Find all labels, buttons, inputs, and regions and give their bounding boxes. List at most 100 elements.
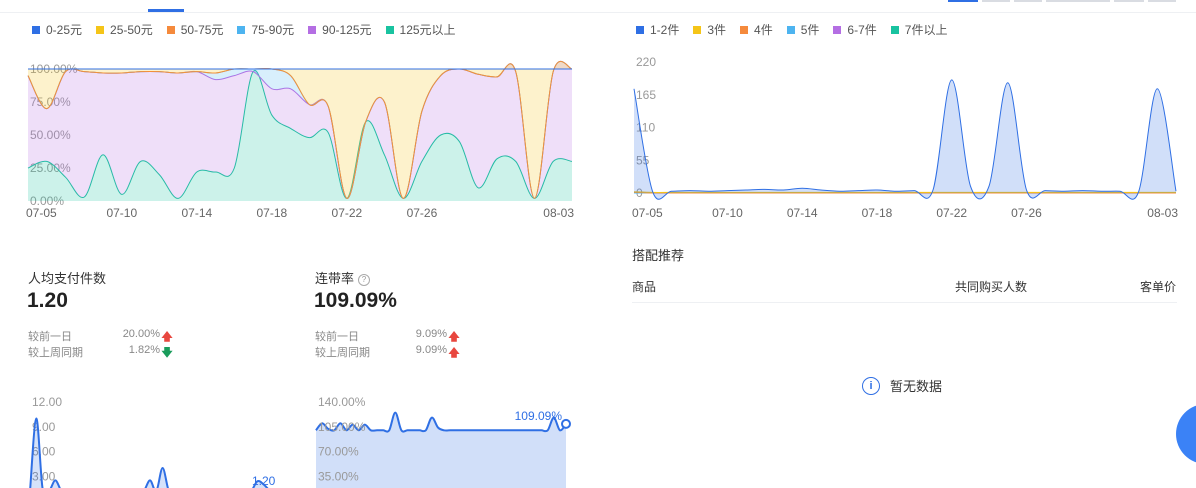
legend-item[interactable]: 4件 xyxy=(740,21,773,38)
arrow-down-icon: 🡇 xyxy=(161,347,173,359)
legend-swatch xyxy=(693,25,702,34)
legend-item[interactable]: 90-125元 xyxy=(308,21,372,38)
legend-item[interactable]: 50-75元 xyxy=(166,21,224,38)
x-tick-label: 07-18 xyxy=(257,206,288,220)
x-tick-label: 07-14 xyxy=(181,206,212,220)
legend-swatch xyxy=(740,25,749,34)
legend-swatch xyxy=(636,25,644,34)
end-point-marker xyxy=(561,418,571,429)
col-product: 商品 xyxy=(632,280,657,294)
legend-item[interactable]: 6-7件 xyxy=(833,21,877,38)
legend-label: 125元以上 xyxy=(399,23,456,37)
arrow-up-icon: 🡅 xyxy=(448,347,460,359)
cmp-label: 较上周同期 xyxy=(315,347,370,359)
recommend-title: 搭配推荐 xyxy=(632,248,685,263)
legend-label: 75-90元 xyxy=(251,23,295,37)
legend-label: 3件 xyxy=(707,23,727,37)
series-area xyxy=(634,79,1176,200)
cmp-value: 1.82% xyxy=(128,344,160,356)
date-picker-button[interactable] xyxy=(1046,0,1110,2)
legend-item[interactable]: 7件以上 xyxy=(890,21,948,38)
per-capita-value: 1.20 xyxy=(27,289,68,312)
legend-item[interactable]: 125元以上 xyxy=(385,21,456,38)
y-tick-label: 220 xyxy=(636,55,656,69)
col-buyers[interactable]: 共同购买人数 xyxy=(955,278,1027,295)
x-tick-label: 07-05 xyxy=(26,206,57,220)
table-divider xyxy=(632,302,1177,303)
empty-text: 暂无数据 xyxy=(890,379,943,394)
end-value-label: 109.09% xyxy=(515,409,563,423)
legend-swatch xyxy=(833,25,842,34)
y-tick-label: 165 xyxy=(636,88,656,102)
x-tick-label: 07-22 xyxy=(936,206,967,220)
y-tick-label: 70.00% xyxy=(318,445,359,459)
series-area xyxy=(30,418,268,488)
end-value-label: 1.20 xyxy=(252,474,276,488)
legend-item[interactable]: 75-90元 xyxy=(237,21,294,38)
legend-item[interactable]: 3件 xyxy=(693,21,726,38)
y-tick-label: 35.00% xyxy=(318,469,359,483)
legend-swatch xyxy=(385,25,394,34)
range-button[interactable] xyxy=(1014,0,1042,2)
y-tick-label: 140.00% xyxy=(318,395,366,409)
x-tick-label: 07-22 xyxy=(332,206,363,220)
legend-label: 5件 xyxy=(800,23,820,37)
price-band-percent-area-chart[interactable]: 0.00%25.00%50.00%75.00%100.00%07-05 07-10… xyxy=(0,45,600,225)
joint-rate-title: 连带率? xyxy=(315,268,371,287)
x-tick-label: 07-10 xyxy=(106,206,137,220)
x-tick-label: 07-05 xyxy=(632,206,663,220)
price-band-legend: 0-25元 25-50元 50-75元 75-90元 90-125元 125元以… xyxy=(32,21,456,38)
help-icon[interactable]: ? xyxy=(358,274,371,286)
range-button-active[interactable] xyxy=(948,0,978,2)
joint-rate-value: 109.09% xyxy=(314,289,397,312)
y-tick-label: 105.00% xyxy=(318,420,366,434)
legend-item[interactable]: 0-25元 xyxy=(32,21,82,38)
legend-label: 4件 xyxy=(754,23,773,37)
legend-label: 1-2件 xyxy=(650,23,680,37)
legend-item[interactable]: 1-2件 xyxy=(636,21,679,38)
legend-swatch xyxy=(786,25,795,34)
legend-swatch xyxy=(32,25,40,34)
legend-label: 0-25元 xyxy=(46,23,83,37)
x-tick-label: 07-26 xyxy=(407,206,438,220)
x-tick-label: 07-10 xyxy=(712,206,743,220)
legend-swatch xyxy=(96,25,105,34)
col-unit-price[interactable]: 客单价 xyxy=(1140,278,1176,295)
legend-label: 90-125元 xyxy=(322,23,372,37)
legend-item[interactable]: 5件 xyxy=(786,21,820,38)
tab-active-indicator[interactable] xyxy=(148,9,184,12)
legend-label: 25-50元 xyxy=(110,23,153,37)
joint-rate-title-text: 连带率 xyxy=(315,271,355,286)
quantity-legend: 1-2件 3件 4件 5件 6-7件 7件以上 xyxy=(636,21,947,38)
cmp-label: 较上周同期 xyxy=(28,347,83,359)
per-capita-title: 人均支付件数 xyxy=(28,271,107,286)
x-tick-label: 08-03 xyxy=(1147,206,1178,220)
legend-label: 7件以上 xyxy=(904,23,948,37)
quantity-area-chart[interactable]: 05511016522007-05 07-10 07-14 07-18 07-22 07-… xyxy=(600,45,1196,225)
range-button[interactable] xyxy=(1148,0,1176,2)
per-capita-cmp-week: 较上周同期 1.82% 🡇 xyxy=(28,344,178,363)
legend-swatch xyxy=(237,25,246,34)
legend-swatch xyxy=(308,25,317,34)
series-line xyxy=(29,417,269,488)
info-icon: i xyxy=(862,376,880,395)
x-tick-label: 07-18 xyxy=(862,206,893,220)
legend-label: 6-7件 xyxy=(847,23,877,37)
legend-item[interactable]: 25-50元 xyxy=(96,21,153,38)
per-capita-trend-chart[interactable]: 3.006.009.0012.001.20 xyxy=(0,390,300,488)
range-button[interactable] xyxy=(982,0,1010,2)
x-tick-label: 07-14 xyxy=(787,206,818,220)
x-tick-label: 08-03 xyxy=(543,206,574,220)
joint-rate-trend-chart[interactable]: 35.00% 70.00% 105.00% 140.00% 109.09% xyxy=(300,390,600,488)
joint-rate-cmp-week: 较上周同期 9.09% 🡅 xyxy=(315,344,465,363)
cmp-value: 9.09% xyxy=(415,344,447,356)
legend-label: 50-75元 xyxy=(180,23,224,37)
range-button[interactable] xyxy=(1114,0,1144,2)
empty-state: i 暂无数据 xyxy=(862,376,942,395)
legend-swatch xyxy=(890,25,899,34)
floating-assistant-button[interactable] xyxy=(1176,404,1196,464)
legend-swatch xyxy=(166,25,175,34)
x-tick-label: 07-26 xyxy=(1011,206,1042,220)
y-tick-label: 12.00 xyxy=(32,395,62,409)
series-line xyxy=(633,79,1177,200)
